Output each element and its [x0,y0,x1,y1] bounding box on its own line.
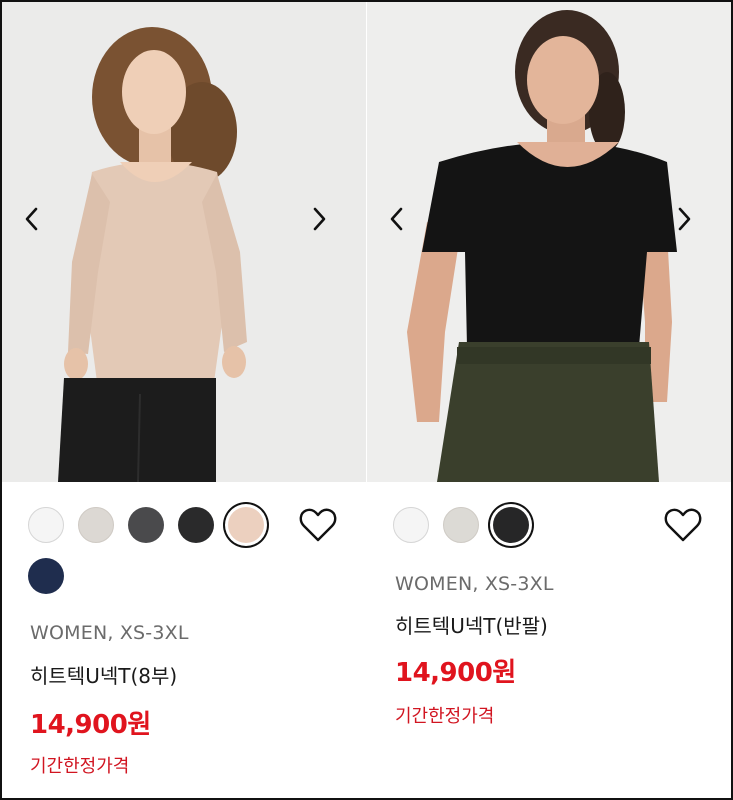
image-prev-button[interactable] [389,207,419,243]
swatch-black-selected[interactable] [493,507,529,543]
image-next-button[interactable] [313,207,343,243]
product-price: 14,900원 [395,658,516,688]
product-card-1[interactable]: WOMEN, XS-3XL 히트텍U넥T(8부) 14,900원 기간한정가격 [2,2,366,798]
swatch-light-gray[interactable] [443,507,479,543]
swatch-navy[interactable] [28,558,64,594]
heart-icon[interactable] [663,506,703,544]
swatch-white[interactable] [393,507,429,543]
product-name[interactable]: 히트텍U넥T(8부) [30,660,177,689]
chevron-left-icon [390,207,403,231]
chevron-right-icon [313,207,326,231]
chevron-left-icon [25,207,38,231]
chevron-right-icon [678,207,691,231]
swatch-light-gray[interactable] [78,507,114,543]
swatch-dark-gray[interactable] [128,507,164,543]
swatch-black[interactable] [178,507,214,543]
product-name[interactable]: 히트텍U넥T(반팔) [395,610,548,639]
model-photo-short-sleeve [367,2,731,482]
model-photo-long-sleeve [2,2,366,482]
promo-label: 기간한정가격 [30,756,130,777]
image-prev-button[interactable] [24,207,54,243]
image-next-button[interactable] [678,207,708,243]
product-card-2[interactable]: WOMEN, XS-3XL 히트텍U넥T(반팔) 14,900원 기간한정가격 [367,2,731,798]
swatch-beige-selected[interactable] [228,507,264,543]
product-category-label: WOMEN, XS-3XL [30,622,189,644]
heart-icon[interactable] [298,506,338,544]
product-image-2[interactable] [367,2,731,482]
swatch-white[interactable] [28,507,64,543]
product-price: 14,900원 [30,710,151,740]
promo-label: 기간한정가격 [395,706,495,727]
product-image-1[interactable] [2,2,366,482]
product-category-label: WOMEN, XS-3XL [395,573,554,595]
